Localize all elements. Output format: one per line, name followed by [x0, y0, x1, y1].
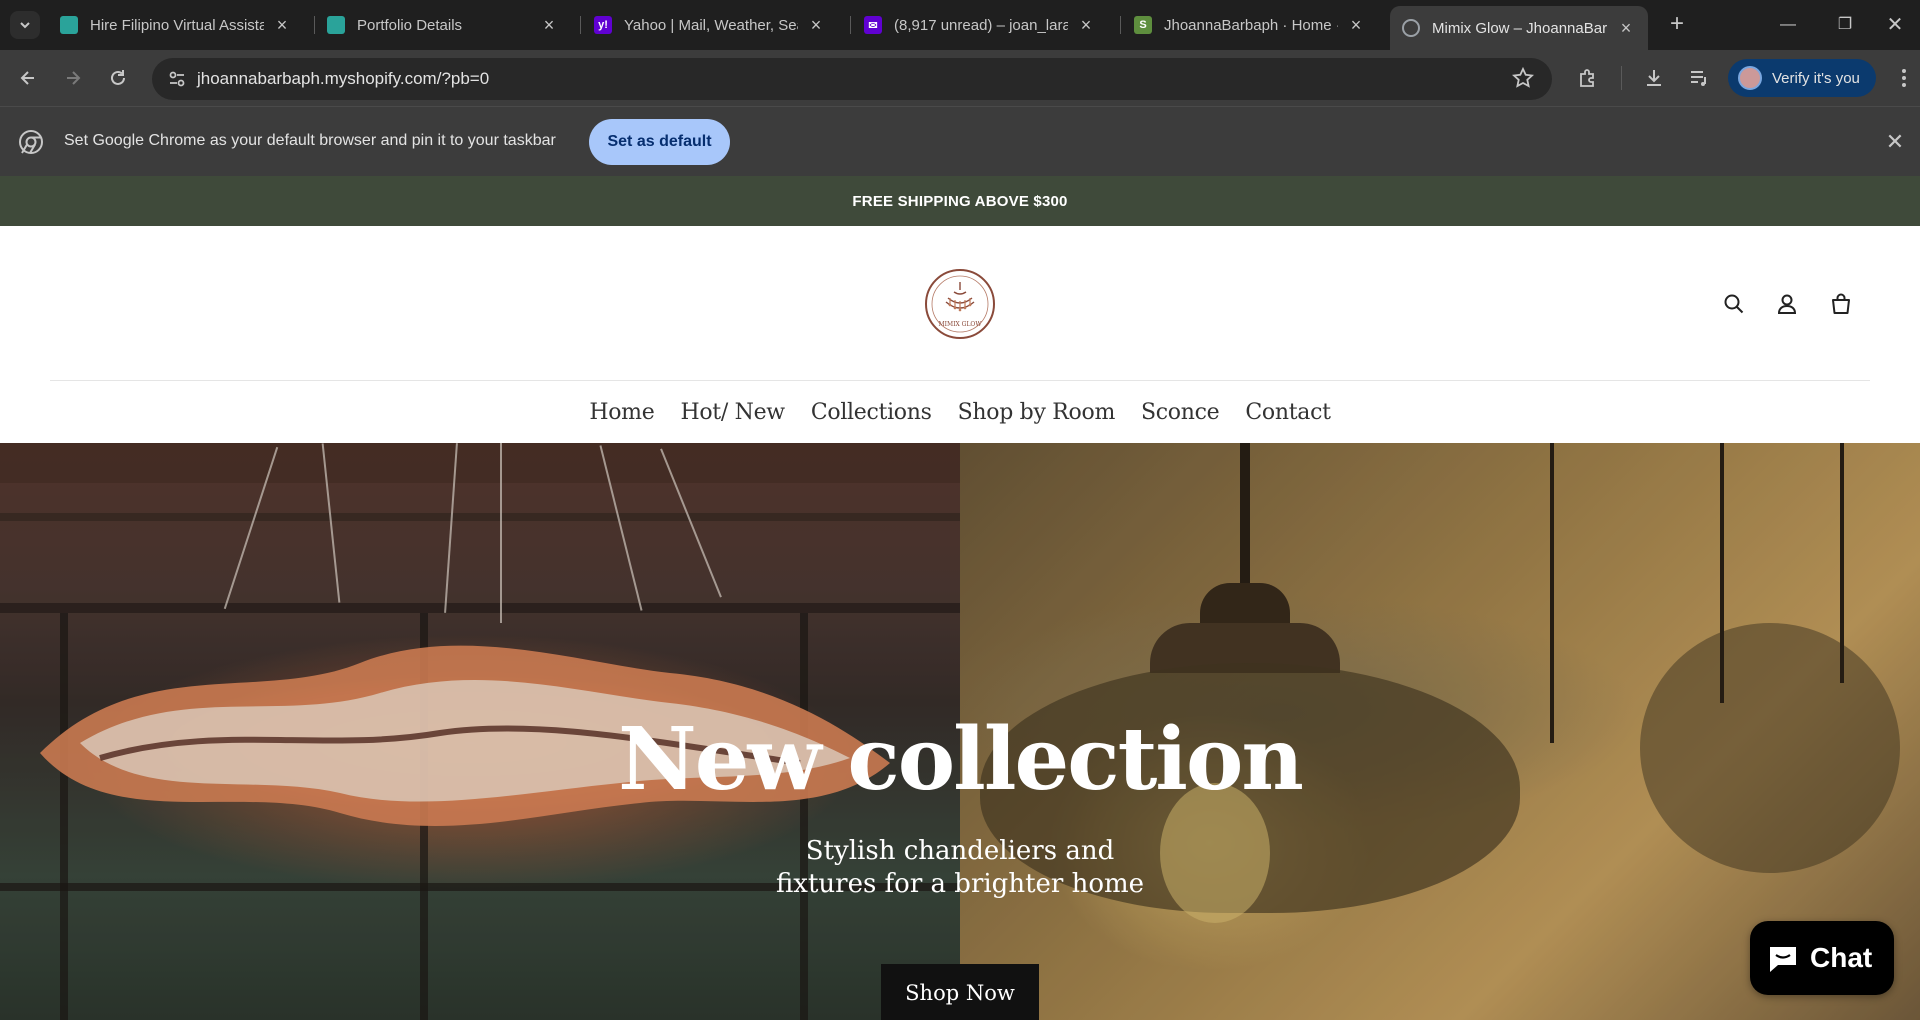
globe-favicon-icon — [1402, 19, 1420, 37]
mail-favicon-icon: ✉ — [864, 16, 882, 34]
more-vertical-icon — [1902, 69, 1906, 87]
nav-hot-new[interactable]: Hot/ New — [680, 400, 785, 425]
tab-close-icon[interactable]: × — [1346, 15, 1366, 36]
tab-title: Portfolio Details — [357, 16, 463, 34]
nav-sconce[interactable]: Sconce — [1141, 400, 1220, 425]
url-text[interactable]: jhoannabarbaph.myshopify.com/?pb=0 — [197, 69, 489, 89]
tab-title: Hire Filipino Virtual Assistants — [90, 16, 264, 34]
close-window-button[interactable]: ✕ — [1872, 10, 1918, 40]
media-controls-button[interactable] — [1683, 62, 1715, 94]
tab-close-icon[interactable]: × — [1616, 18, 1636, 39]
browser-tab[interactable]: y! Yahoo | Mail, Weather, Search × — [582, 6, 838, 44]
site-settings-icon[interactable] — [164, 66, 190, 92]
avatar — [1738, 66, 1762, 90]
browser-tab[interactable]: Hire Filipino Virtual Assistants × — [48, 6, 304, 44]
infobar-close-icon[interactable]: ✕ — [1882, 129, 1908, 155]
nav-collections[interactable]: Collections — [811, 400, 932, 425]
default-browser-infobar: Set Google Chrome as your default browse… — [0, 106, 1920, 176]
chat-label: Chat — [1810, 942, 1873, 973]
tab-separator — [580, 16, 581, 34]
arrow-right-icon — [67, 71, 81, 85]
nav-home[interactable]: Home — [589, 400, 654, 425]
reload-button[interactable] — [102, 62, 134, 94]
toolbar-divider — [1621, 66, 1622, 90]
playlist-icon — [1691, 71, 1706, 86]
hero-title: New collection — [618, 709, 1304, 810]
tab-close-icon[interactable]: × — [272, 15, 292, 36]
tab-title: Yahoo | Mail, Weather, Search — [624, 16, 798, 34]
reload-icon — [111, 70, 125, 85]
set-as-default-button[interactable]: Set as default — [589, 119, 730, 165]
infobar-message: Set Google Chrome as your default browse… — [64, 132, 556, 149]
tab-separator — [1120, 16, 1121, 34]
chevron-down-icon — [20, 22, 30, 29]
browser-tab[interactable]: ✉ (8,917 unread) – joan_lara0 × — [852, 6, 1108, 44]
account-icon[interactable] — [1773, 290, 1801, 318]
tab-title: Mimix Glow – JhoannaBarbaph — [1432, 19, 1608, 37]
tab-close-icon[interactable]: × — [539, 15, 559, 36]
announcement-bar: FREE SHIPPING ABOVE $300 — [0, 176, 1920, 226]
browser-tab[interactable]: Portfolio Details × — [315, 6, 571, 44]
restore-button[interactable]: ❐ — [1822, 10, 1868, 40]
browser-toolbar: jhoannabarbaph.myshopify.com/?pb=0 Verif… — [0, 50, 1920, 106]
chrome-menu-button[interactable] — [1888, 62, 1920, 94]
tab-close-icon[interactable]: × — [806, 15, 826, 36]
browser-tab[interactable]: S JhoannaBarbaph · Home · Shopify × — [1122, 6, 1378, 44]
puzzle-icon — [1580, 69, 1594, 87]
hero-banner: New collection Stylish chandeliers and f… — [0, 443, 1920, 1020]
hero-subtitle-line-1: Stylish chandeliers and — [805, 836, 1115, 866]
search-icon[interactable] — [1720, 290, 1748, 318]
hero-subtitle: Stylish chandeliers and fixtures for a b… — [760, 835, 1160, 901]
verify-label: Verify it's you — [1772, 69, 1860, 87]
nav-shop-by-room[interactable]: Shop by Room — [958, 400, 1116, 425]
browser-tab-active[interactable]: Mimix Glow – JhoannaBarbaph × — [1390, 6, 1648, 50]
forward-button[interactable] — [57, 62, 89, 94]
svg-text:MIMIX GLOW: MIMIX GLOW — [938, 321, 982, 328]
cart-icon[interactable] — [1827, 290, 1855, 318]
nav-contact[interactable]: Contact — [1245, 400, 1331, 425]
yahoo-favicon-icon: y! — [594, 16, 612, 34]
verify-profile-button[interactable]: Verify it's you — [1728, 59, 1876, 97]
minimize-button[interactable]: — — [1765, 10, 1811, 40]
extensions-button[interactable] — [1572, 62, 1604, 94]
leaf-favicon-icon — [60, 16, 78, 34]
back-button[interactable] — [12, 62, 44, 94]
shopify-chat-button[interactable]: Chat — [1750, 921, 1894, 995]
chrome-logo-icon — [19, 130, 43, 154]
arrow-left-icon — [20, 71, 34, 85]
main-navigation: Home Hot/ New Collections Shop by Room S… — [0, 381, 1920, 443]
downloads-button[interactable] — [1638, 62, 1670, 94]
tab-title: JhoannaBarbaph · Home · Shopify — [1164, 16, 1338, 34]
store-header: MIMIX GLOW — [0, 226, 1920, 380]
hero-subtitle-line-2: fixtures for a brighter home — [775, 869, 1145, 899]
new-tab-button[interactable]: + — [1662, 10, 1692, 40]
tab-search-button[interactable] — [10, 11, 40, 39]
tab-strip: Hire Filipino Virtual Assistants × Portf… — [0, 0, 1920, 50]
download-icon — [1647, 70, 1661, 86]
shop-now-button[interactable]: Shop Now — [881, 964, 1039, 1020]
tab-separator — [850, 16, 851, 34]
store-logo[interactable]: MIMIX GLOW — [924, 268, 996, 340]
tab-title: (8,917 unread) – joan_lara0 — [894, 16, 1068, 34]
address-bar[interactable]: jhoannabarbaph.myshopify.com/?pb=0 — [152, 58, 1552, 100]
bookmark-star-icon[interactable] — [1511, 66, 1535, 94]
leaf-favicon-icon — [327, 16, 345, 34]
shopify-favicon-icon: S — [1134, 16, 1152, 34]
chat-bubble-icon — [1770, 947, 1796, 972]
tab-close-icon[interactable]: × — [1076, 15, 1096, 36]
